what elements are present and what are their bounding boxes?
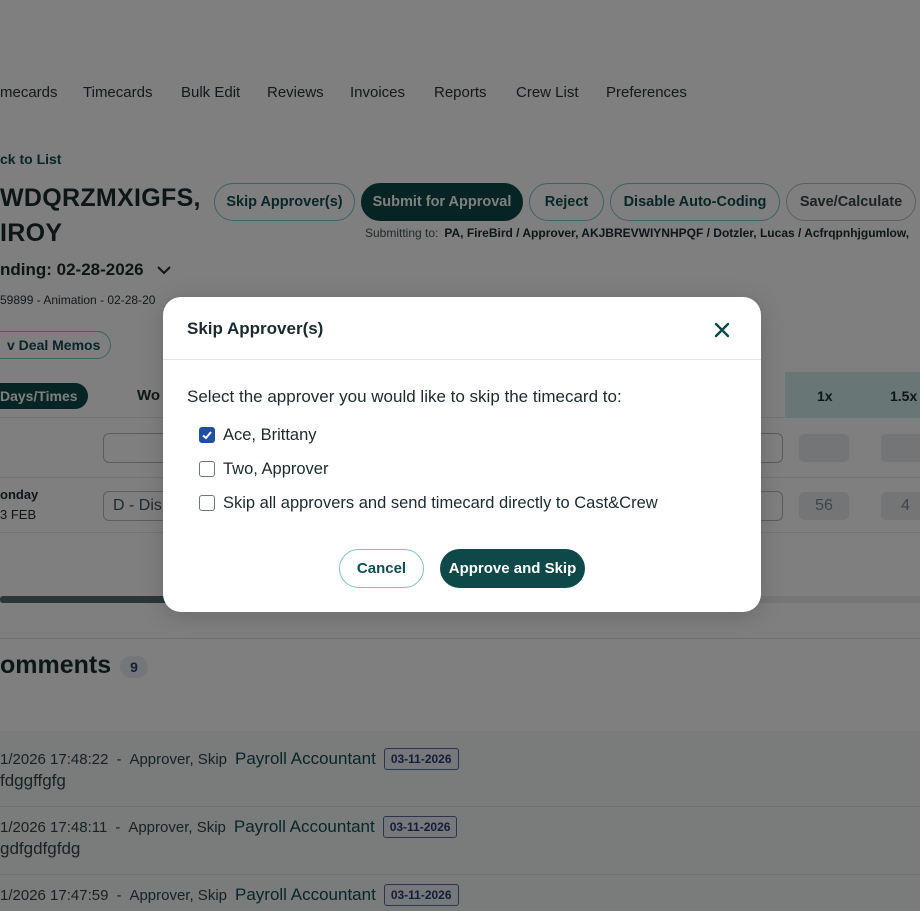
cancel-button[interactable]: Cancel <box>339 549 424 588</box>
approver-option-two-approver[interactable]: Two, Approver <box>199 459 328 479</box>
close-icon[interactable] <box>711 319 733 341</box>
checkbox[interactable] <box>199 461 215 477</box>
option-label: Skip all approvers and send timecard dir… <box>223 493 658 512</box>
approver-option-ace-brittany[interactable]: Ace, Brittany <box>199 425 317 445</box>
option-label: Ace, Brittany <box>223 425 317 444</box>
checkbox[interactable] <box>199 427 215 443</box>
dialog-divider <box>163 359 761 360</box>
approve-and-skip-button[interactable]: Approve and Skip <box>440 549 585 588</box>
skip-approvers-dialog: Skip Approver(s) Select the approver you… <box>163 297 761 612</box>
dialog-title: Skip Approver(s) <box>187 319 324 338</box>
option-label: Two, Approver <box>223 459 329 478</box>
checkbox[interactable] <box>199 495 215 511</box>
dialog-prompt: Select the approver you would like to sk… <box>187 387 622 406</box>
approver-option-skip-all[interactable]: Skip all approvers and send timecard dir… <box>199 493 658 513</box>
